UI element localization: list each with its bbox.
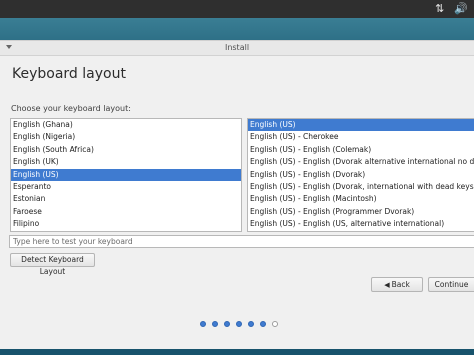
- progress-dot: [212, 321, 218, 327]
- window-menu-icon[interactable]: [6, 45, 12, 49]
- variant-list-item[interactable]: English (US) - English (Programmer Dvora…: [248, 206, 474, 218]
- desktop-background: [0, 18, 474, 42]
- progress-dot: [224, 321, 230, 327]
- progress-dot: [200, 321, 206, 327]
- variant-list-item[interactable]: English (US) - English (Colemak): [248, 144, 474, 156]
- window-titlebar[interactable]: Install: [0, 41, 474, 56]
- window-title: Install: [224, 43, 250, 52]
- variant-list-item[interactable]: English (US) - English (US, alternative …: [248, 218, 474, 230]
- variant-list-item[interactable]: English (US) - English (Macintosh): [248, 193, 474, 205]
- layout-list-item[interactable]: English (South Africa): [11, 144, 241, 156]
- back-button[interactable]: ◀ Back: [371, 277, 423, 292]
- progress-dot: [236, 321, 242, 327]
- layout-list-item[interactable]: Estonian: [11, 193, 241, 205]
- keyboard-layout-list[interactable]: English (Ghana) English (Nigeria) English …: [10, 118, 242, 232]
- back-button-label: Back: [391, 280, 410, 289]
- progress-dot: [272, 321, 278, 327]
- step-progress-indicator: [200, 321, 278, 327]
- layout-list-item[interactable]: Esperanto: [11, 181, 241, 193]
- layout-list-item[interactable]: English (Ghana): [11, 119, 241, 131]
- choose-layout-label: Choose your keyboard layout:: [11, 104, 131, 113]
- back-arrow-icon: ◀: [384, 281, 390, 289]
- variant-list-item[interactable]: English (US) - English (Dvorak): [248, 169, 474, 181]
- network-icon[interactable]: ⇅: [435, 2, 444, 16]
- system-tray: ⇅ 🔊: [435, 2, 468, 16]
- detect-keyboard-layout-button[interactable]: Detect Keyboard Layout: [10, 253, 95, 276]
- layout-list-item[interactable]: Faroese: [11, 206, 241, 218]
- layout-list-item[interactable]: English (US): [11, 168, 241, 181]
- variant-list-item[interactable]: English (US): [248, 119, 474, 132]
- layout-list-item[interactable]: English (Nigeria): [11, 131, 241, 143]
- volume-icon[interactable]: 🔊: [454, 2, 468, 16]
- installer-window: Install Keyboard layout Choose your keyb…: [0, 40, 474, 349]
- continue-button[interactable]: Continue: [428, 277, 474, 292]
- progress-dot: [260, 321, 266, 327]
- progress-dot: [248, 321, 254, 327]
- layout-list-item[interactable]: Filipino: [11, 218, 241, 230]
- keyboard-test-input[interactable]: [9, 235, 474, 248]
- keyboard-variant-list[interactable]: English (US) English (US) - Cherokee Engli…: [247, 118, 474, 232]
- variant-list-item[interactable]: English (US) - English (Dvorak alternati…: [248, 156, 474, 168]
- variant-list-item[interactable]: English (US) - Cherokee: [248, 131, 474, 143]
- variant-list-item[interactable]: English (US) - English (Dvorak, internat…: [248, 181, 474, 193]
- layout-list-item[interactable]: English (UK): [11, 156, 241, 168]
- page-title: Keyboard layout: [12, 66, 126, 82]
- top-panel: ⇅ 🔊: [0, 0, 474, 18]
